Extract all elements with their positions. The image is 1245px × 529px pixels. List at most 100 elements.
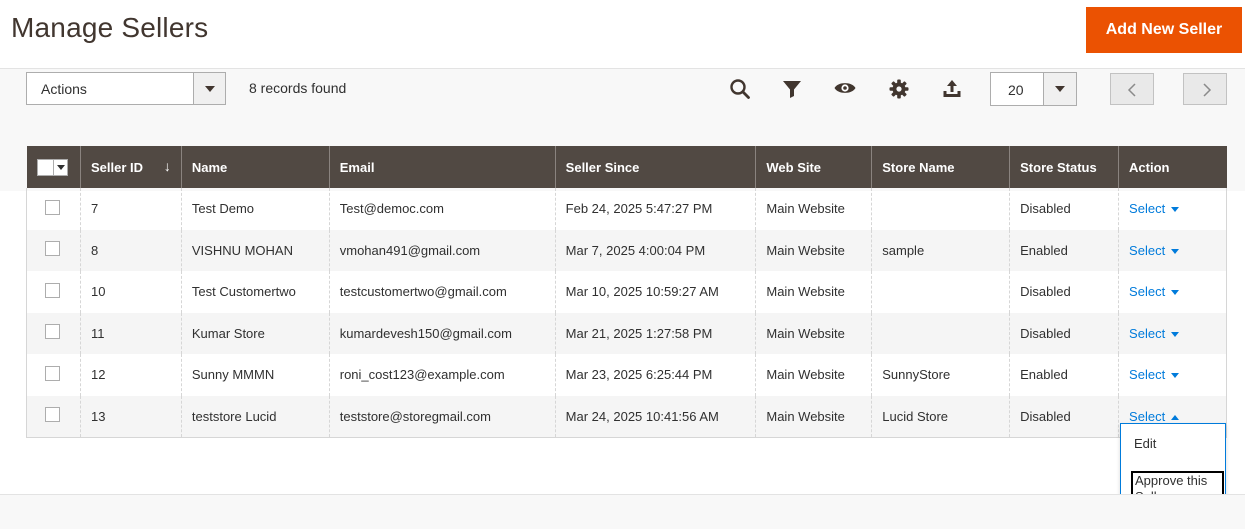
chevron-down-icon — [205, 86, 215, 92]
row-checkbox[interactable] — [45, 282, 60, 298]
cell-id: 13 — [79, 395, 182, 438]
cell-since: Mar 21, 2025 1:27:58 PM — [554, 312, 756, 354]
filter-icon[interactable] — [780, 77, 804, 101]
cell-status: Disabled — [1009, 395, 1119, 438]
menu-item-edit[interactable]: Edit — [1134, 436, 1156, 451]
caret-down-icon — [1171, 248, 1180, 254]
row-checkbox[interactable] — [45, 241, 60, 257]
actions-dropdown-toggle[interactable] — [193, 73, 225, 104]
cell-name: Test Customertwo — [180, 271, 330, 313]
cell-email: teststore@storegmail.com — [328, 395, 556, 438]
cell-store — [871, 188, 1010, 230]
next-page-button[interactable] — [1183, 73, 1227, 105]
col-name[interactable]: Name — [180, 146, 330, 188]
cell-id: 11 — [79, 312, 182, 354]
cell-website: Main Website — [755, 395, 872, 438]
cell-id: 7 — [79, 188, 182, 230]
cell-status: Enabled — [1009, 229, 1119, 271]
cell-website: Main Website — [755, 271, 872, 313]
search-icon[interactable] — [728, 77, 752, 101]
page-header: Manage Sellers Add New Seller — [0, 0, 1245, 68]
per-page-select[interactable]: 20 — [990, 72, 1077, 106]
cell-website: Main Website — [755, 312, 872, 354]
cell-id: 12 — [79, 354, 182, 396]
chevron-right-icon — [1203, 83, 1212, 97]
actions-dropdown[interactable]: Actions — [26, 72, 226, 105]
cell-email: vmohan491@gmail.com — [328, 229, 556, 271]
cell-website: Main Website — [755, 354, 872, 396]
cell-status: Disabled — [1009, 312, 1119, 354]
cell-website: Main Website — [755, 188, 872, 230]
row-checkbox[interactable] — [45, 407, 60, 422]
cell-status: Enabled — [1009, 354, 1119, 396]
cell-status: Disabled — [1009, 271, 1119, 313]
cell-store — [871, 271, 1010, 313]
grid-header-row: Seller ID ↓ Name Email Seller Since Web S… — [26, 146, 1227, 188]
cell-since: Mar 10, 2025 10:59:27 AM — [554, 271, 756, 313]
page-title: Manage Sellers — [11, 12, 209, 43]
cell-email: Test@democ.com — [328, 188, 556, 230]
col-store-status[interactable]: Store Status — [1009, 146, 1119, 188]
table-row: 11 Kumar Store kumardevesh150@gmail.com … — [26, 312, 1227, 354]
row-select-action-open[interactable]: Select — [1129, 409, 1180, 424]
records-found: 8 records found — [249, 80, 347, 96]
add-new-seller-button[interactable]: Add New Seller — [1086, 7, 1242, 53]
row-select-action[interactable]: Select — [1129, 243, 1180, 258]
cell-email: roni_cost123@example.com — [328, 354, 556, 396]
col-action: Action — [1118, 146, 1227, 188]
page-footer — [0, 494, 1245, 529]
export-icon[interactable] — [940, 77, 964, 101]
cell-email: testcustomertwo@gmail.com — [328, 271, 556, 313]
cell-since: Mar 23, 2025 6:25:44 PM — [554, 354, 756, 396]
cell-name: Kumar Store — [180, 312, 330, 354]
table-row: 7 Test Demo Test@democ.com Feb 24, 2025 … — [26, 188, 1227, 230]
cell-name: Test Demo — [180, 188, 330, 230]
cell-name: VISHNU MOHAN — [180, 229, 330, 271]
cell-store: SunnyStore — [871, 354, 1010, 396]
table-row: 13 teststore Lucid teststore@storegmail.… — [26, 395, 1227, 438]
eye-icon[interactable] — [833, 77, 857, 101]
caret-down-icon — [1171, 373, 1180, 379]
row-select-action[interactable]: Select — [1129, 284, 1180, 299]
sort-down-icon: ↓ — [163, 158, 171, 174]
cell-since: Feb 24, 2025 5:47:27 PM — [554, 188, 756, 230]
cell-email: kumardevesh150@gmail.com — [328, 312, 556, 354]
cell-store: sample — [871, 229, 1010, 271]
cell-id: 8 — [79, 229, 182, 271]
sellers-grid: Seller ID ↓ Name Email Seller Since Web S… — [26, 146, 1227, 438]
col-seller-id[interactable]: Seller ID ↓ — [79, 146, 182, 188]
per-page-value: 20 — [1008, 82, 1024, 98]
row-select-action[interactable]: Select — [1129, 201, 1180, 216]
col-web-site[interactable]: Web Site — [755, 146, 872, 188]
per-page-toggle[interactable] — [1043, 73, 1076, 105]
chevron-down-icon — [1055, 86, 1065, 92]
cell-since: Mar 24, 2025 10:41:56 AM — [554, 395, 756, 438]
cell-website: Main Website — [755, 229, 872, 271]
row-checkbox[interactable] — [45, 324, 60, 340]
gear-icon[interactable] — [887, 77, 911, 101]
previous-page-button[interactable] — [1110, 73, 1154, 105]
row-select-action[interactable]: Select — [1129, 326, 1180, 341]
table-row: 10 Test Customertwo testcustomertwo@gmai… — [26, 271, 1227, 313]
chevron-left-icon — [1127, 83, 1136, 97]
row-checkbox[interactable] — [45, 365, 60, 381]
caret-down-icon — [1171, 207, 1180, 213]
mass-select-header[interactable] — [26, 146, 81, 188]
col-email[interactable]: Email — [328, 146, 556, 188]
caret-up-icon — [1171, 414, 1180, 420]
row-checkbox[interactable] — [45, 199, 60, 215]
mass-select-checkbox[interactable] — [36, 158, 68, 176]
caret-down-icon — [1171, 331, 1180, 337]
col-seller-since[interactable]: Seller Since — [554, 146, 756, 188]
col-store-name[interactable]: Store Name — [871, 146, 1010, 188]
cell-store — [871, 312, 1010, 354]
cell-name: teststore Lucid — [180, 395, 330, 438]
cell-status: Disabled — [1009, 188, 1119, 230]
cell-store: Lucid Store — [871, 395, 1010, 438]
actions-dropdown-label: Actions — [41, 81, 87, 97]
row-select-action[interactable]: Select — [1129, 367, 1180, 382]
table-row: 8 VISHNU MOHAN vmohan491@gmail.com Mar 7… — [26, 229, 1227, 271]
table-row: 12 Sunny MMMN roni_cost123@example.com M… — [26, 354, 1227, 396]
cell-id: 10 — [79, 271, 182, 313]
chevron-down-icon — [56, 164, 65, 170]
